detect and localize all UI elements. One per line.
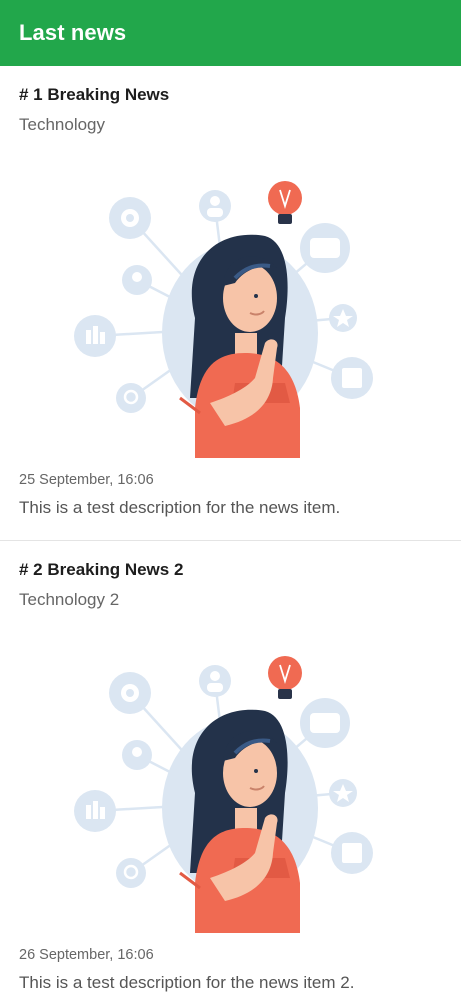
news-description: This is a test description for the news … (19, 498, 341, 517)
news-item-1[interactable]: # 1 Breaking News Technology 25 Septembe… (0, 66, 461, 540)
news-description: This is a test description for the news … (19, 973, 355, 992)
thinking-woman-illustration (74, 181, 373, 458)
page-title: Last news (19, 20, 127, 45)
news-category: Technology (19, 115, 106, 134)
news-category: Technology 2 (19, 590, 120, 609)
thinking-woman-illustration (74, 656, 373, 933)
news-list[interactable]: # 1 Breaking News Technology 25 Septembe… (0, 66, 461, 1000)
news-item-2[interactable]: # 2 Breaking News 2 Technology 2 26 Sept… (0, 540, 461, 1000)
app-bar: Last news (0, 0, 461, 66)
news-date: 26 September, 16:06 (19, 947, 154, 963)
news-date: 25 September, 16:06 (19, 472, 154, 488)
news-title: # 1 Breaking News (19, 85, 170, 104)
news-title: # 2 Breaking News 2 (19, 560, 184, 579)
